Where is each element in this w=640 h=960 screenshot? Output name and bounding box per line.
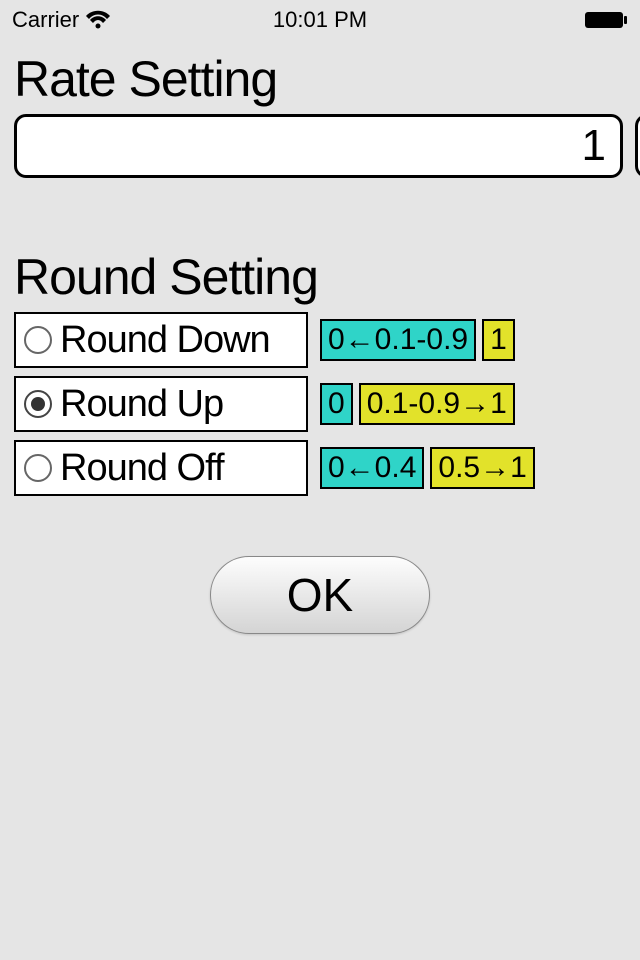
radio-icon: [24, 390, 52, 418]
round-label: Round Up: [60, 383, 223, 426]
chips-up: 0 0.1-0.9→1: [320, 383, 515, 425]
chip: 0←0.4: [320, 447, 424, 489]
round-options-list: Round Down 0←0.1-0.9 1 Round Up 0 0.1-0.…: [14, 312, 626, 496]
rate-row: [14, 114, 626, 178]
chip: 0←0.1-0.9: [320, 319, 476, 361]
round-row-down: Round Down 0←0.1-0.9 1: [14, 312, 626, 368]
status-time: 10:01 PM: [273, 7, 367, 33]
wifi-icon: [85, 10, 111, 30]
radio-icon: [24, 454, 52, 482]
ok-button[interactable]: OK: [210, 556, 430, 634]
round-label: Round Off: [60, 447, 224, 490]
chips-off: 0←0.4 0.5→1: [320, 447, 535, 489]
chip: 0: [320, 383, 353, 425]
battery-icon: [584, 10, 628, 30]
chip: 1: [482, 319, 515, 361]
rate-input-2[interactable]: [635, 114, 640, 178]
round-option-down[interactable]: Round Down: [14, 312, 308, 368]
rate-input-1[interactable]: [14, 114, 623, 178]
round-label: Round Down: [60, 319, 270, 362]
chip: 0.1-0.9→1: [359, 383, 515, 425]
ok-button-wrap: OK: [14, 556, 626, 634]
chips-down: 0←0.1-0.9 1: [320, 319, 515, 361]
status-bar: Carrier 10:01 PM: [0, 0, 640, 40]
chip: 0.5→1: [430, 447, 534, 489]
round-row-off: Round Off 0←0.4 0.5→1: [14, 440, 626, 496]
radio-icon: [24, 326, 52, 354]
round-option-up[interactable]: Round Up: [14, 376, 308, 432]
rate-setting-title: Rate Setting: [14, 50, 626, 108]
round-setting-title: Round Setting: [14, 248, 626, 306]
round-option-off[interactable]: Round Off: [14, 440, 308, 496]
round-row-up: Round Up 0 0.1-0.9→1: [14, 376, 626, 432]
status-right: [584, 10, 628, 30]
carrier-label: Carrier: [12, 7, 79, 33]
status-left: Carrier: [12, 7, 111, 33]
